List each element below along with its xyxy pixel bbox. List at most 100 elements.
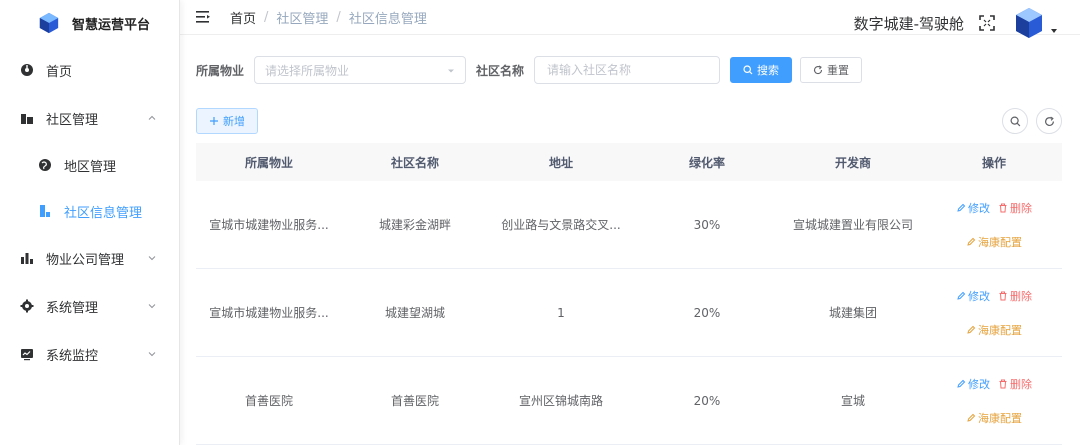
search-icon bbox=[743, 65, 753, 75]
fullscreen-icon[interactable] bbox=[978, 14, 996, 32]
header-address: 地址 bbox=[548, 155, 573, 170]
cell-community: 城建望湖城 bbox=[384, 306, 445, 320]
chevron-down-icon bbox=[148, 304, 156, 309]
main-area: 首页 / 社区管理 / 社区信息管理 数字城建-驾驶舱 所属物业 请选择所属物业… bbox=[180, 0, 1080, 445]
toggle-search-button[interactable] bbox=[1002, 108, 1028, 134]
delete-button-label: 删除 bbox=[1010, 201, 1032, 215]
caret-down-icon[interactable] bbox=[1050, 27, 1058, 35]
community-info-icon bbox=[38, 204, 52, 218]
cell-green-rate: 20% bbox=[693, 393, 721, 408]
property-select-placeholder: 请选择所属物业 bbox=[265, 63, 350, 78]
table-row: 宣城市城建物业服务... 城建望湖城 1 20% 城建集团 修改 删除 海康配置 bbox=[196, 269, 1062, 357]
search-button[interactable]: 搜索 bbox=[730, 57, 793, 83]
navbar-right: 数字城建-驾驶舱 bbox=[854, 0, 1058, 46]
breadcrumb: 首页 / 社区管理 / 社区信息管理 bbox=[230, 8, 427, 27]
hamburger-icon[interactable] bbox=[196, 10, 212, 24]
sidebar-item-community-info[interactable]: 社区信息管理 bbox=[0, 188, 179, 234]
cell-property: 宣城市城建物业服务... bbox=[209, 218, 329, 232]
edit-icon bbox=[957, 379, 966, 388]
breadcrumb-community: 社区管理 bbox=[276, 11, 329, 27]
sidebar-item-region[interactable]: 地区管理 bbox=[0, 142, 179, 188]
edit-icon bbox=[967, 325, 976, 334]
refresh-icon bbox=[813, 65, 823, 75]
table-header: 所属物业 社区名称 地址 绿化率 开发商 操作 bbox=[196, 143, 1062, 181]
trash-icon bbox=[999, 291, 1007, 300]
navbar: 首页 / 社区管理 / 社区信息管理 数字城建-驾驶舱 bbox=[180, 0, 1080, 38]
app-root: 智慧运营平台 首页 社区管理 地区管理 社区信息管理 物业公司管理 系统管理 系… bbox=[0, 0, 1080, 445]
cell-property: 宣城市城建物业服务... bbox=[209, 306, 329, 320]
delete-button[interactable]: 删除 bbox=[998, 376, 1032, 392]
row-actions-line: 修改 删除 bbox=[956, 200, 1032, 216]
sidebar-item-label: 系统监控 bbox=[46, 348, 99, 364]
breadcrumb-current: 社区信息管理 bbox=[348, 11, 427, 27]
cell-actions: 修改 删除 海康配置 bbox=[926, 288, 1062, 338]
logo[interactable]: 智慧运营平台 bbox=[0, 0, 179, 46]
sidebar-item-property-company[interactable]: 物业公司管理 bbox=[0, 234, 179, 282]
header-developer: 开发商 bbox=[834, 155, 871, 170]
edit-button[interactable]: 修改 bbox=[956, 200, 990, 216]
sidebar-item-system[interactable]: 系统管理 bbox=[0, 282, 179, 330]
header-community: 社区名称 bbox=[390, 155, 439, 170]
cell-community: 首善医院 bbox=[390, 394, 439, 408]
header-actions: 操作 bbox=[981, 155, 1006, 170]
cell-actions: 修改 删除 海康配置 bbox=[926, 200, 1062, 250]
right-tools bbox=[994, 108, 1062, 134]
reset-button-label: 重置 bbox=[827, 65, 850, 77]
edit-button[interactable]: 修改 bbox=[956, 376, 990, 392]
table-row: 宣城市城建物业服务... 城建彩金湖畔 创业路与文景路交叉... 30% 宣城城… bbox=[196, 181, 1062, 269]
add-button[interactable]: 新增 bbox=[196, 108, 258, 134]
search-icon bbox=[1009, 115, 1020, 126]
hikvision-config-button[interactable]: 海康配置 bbox=[966, 322, 1022, 338]
row-actions: 修改 删除 海康配置 bbox=[932, 200, 1056, 250]
cell-actions: 修改 删除 海康配置 bbox=[926, 376, 1062, 426]
community-name-input[interactable] bbox=[534, 56, 721, 84]
hikvision-config-button[interactable]: 海康配置 bbox=[966, 234, 1022, 250]
property-select[interactable]: 请选择所属物业 bbox=[254, 56, 467, 84]
cell-address: 宣州区锦城南路 bbox=[518, 394, 603, 408]
cell-community: 城建彩金湖畔 bbox=[378, 218, 451, 232]
refresh-table-button[interactable] bbox=[1036, 108, 1062, 134]
sidebar-item-home[interactable]: 首页 bbox=[0, 46, 179, 94]
table-toolbar: 新增 bbox=[196, 107, 1062, 135]
edit-button-label: 修改 bbox=[968, 377, 990, 391]
chevron-down-icon bbox=[148, 352, 156, 357]
sidebar-item-monitor[interactable]: 系统监控 bbox=[0, 330, 179, 378]
sidebar-item-label: 系统管理 bbox=[46, 300, 99, 316]
cockpit-link[interactable]: 数字城建-驾驶舱 bbox=[854, 13, 964, 34]
header-green-rate: 绿化率 bbox=[688, 155, 725, 170]
monitor-icon bbox=[20, 347, 34, 361]
property-label: 所属物业 bbox=[196, 63, 245, 78]
row-actions-line: 修改 删除 bbox=[956, 376, 1032, 392]
add-button-label: 新增 bbox=[223, 116, 245, 128]
avatar[interactable] bbox=[1012, 6, 1046, 40]
cell-address: 1 bbox=[557, 305, 565, 320]
delete-button[interactable]: 删除 bbox=[998, 200, 1032, 216]
building-icon bbox=[20, 111, 34, 125]
reset-button[interactable]: 重置 bbox=[800, 57, 863, 83]
cell-developer: 城建集团 bbox=[828, 306, 877, 320]
logo-icon bbox=[39, 12, 59, 34]
sidebar-item-label: 物业公司管理 bbox=[46, 252, 125, 268]
app-title: 智慧运营平台 bbox=[72, 17, 151, 33]
edit-icon bbox=[967, 413, 976, 422]
edit-button[interactable]: 修改 bbox=[956, 288, 990, 304]
sidebar-item-label: 地区管理 bbox=[64, 159, 117, 175]
edit-icon bbox=[967, 237, 976, 246]
sidebar-item-label: 社区管理 bbox=[46, 112, 99, 128]
search-button-label: 搜索 bbox=[757, 65, 780, 77]
community-label: 社区名称 bbox=[476, 63, 525, 78]
sidebar-item-label: 首页 bbox=[46, 64, 73, 80]
hikvision-config-label: 海康配置 bbox=[978, 323, 1022, 337]
community-table: 所属物业 社区名称 地址 绿化率 开发商 操作 宣城市城建物业服务... 城建彩… bbox=[196, 143, 1062, 445]
delete-button[interactable]: 删除 bbox=[998, 288, 1032, 304]
gear-icon bbox=[20, 299, 34, 313]
sidebar-item-community[interactable]: 社区管理 bbox=[0, 94, 179, 142]
breadcrumb-home[interactable]: 首页 bbox=[230, 8, 256, 27]
edit-button-label: 修改 bbox=[968, 289, 990, 303]
cell-green-rate: 30% bbox=[693, 217, 721, 232]
plus-icon bbox=[210, 117, 218, 125]
hikvision-config-button[interactable]: 海康配置 bbox=[966, 410, 1022, 426]
bar-chart-icon bbox=[20, 251, 34, 265]
search-form: 所属物业 请选择所属物业 社区名称 搜索 重置 bbox=[196, 55, 1062, 85]
edit-icon bbox=[957, 291, 966, 300]
